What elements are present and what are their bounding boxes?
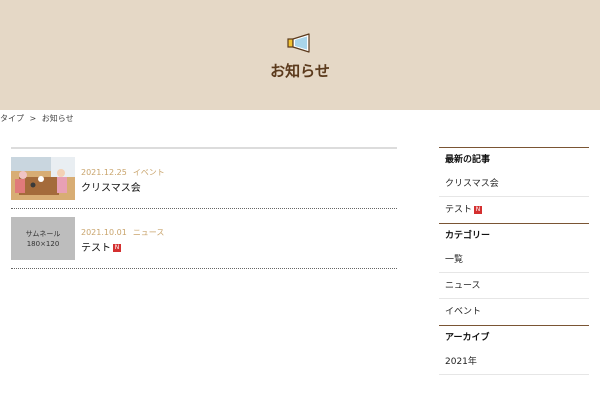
- new-badge-icon: N: [113, 244, 121, 252]
- page-hero: お知らせ: [0, 0, 600, 110]
- post-meta: 2021.12.25 イベント: [81, 167, 165, 178]
- post-title-link[interactable]: テスト N: [81, 239, 121, 254]
- sidebar-item-category[interactable]: 一覧: [439, 247, 589, 273]
- breadcrumb-item-type[interactable]: タイプ: [0, 114, 24, 123]
- sidebar-heading-latest: 最新の記事: [439, 147, 589, 171]
- post-date: 2021.12.25: [81, 168, 127, 177]
- sidebar-item-latest[interactable]: クリスマス会: [439, 171, 589, 197]
- breadcrumb: タイプ > お知らせ: [0, 113, 77, 124]
- post-category[interactable]: イベント: [133, 168, 165, 177]
- page-title: お知らせ: [270, 62, 330, 80]
- post-item[interactable]: 2021.12.25 イベント クリスマス会: [11, 149, 397, 209]
- post-item[interactable]: サムネール 180×120 2021.10.01 ニュース テスト N: [11, 209, 397, 269]
- sidebar-heading-archive: アーカイブ: [439, 325, 589, 349]
- megaphone-icon: [287, 33, 310, 53]
- post-thumbnail-placeholder[interactable]: サムネール 180×120: [11, 217, 75, 260]
- post-meta: 2021.10.01 ニュース: [81, 227, 164, 238]
- thumbnail-size: 180×120: [26, 239, 60, 248]
- sidebar-heading-categories: カテゴリー: [439, 223, 589, 247]
- post-category[interactable]: ニュース: [133, 228, 165, 237]
- post-date: 2021.10.01: [81, 228, 127, 237]
- sidebar-item-category[interactable]: ニュース: [439, 273, 589, 299]
- sidebar-item-latest[interactable]: テスト N: [439, 197, 589, 223]
- post-list: 2021.12.25 イベント クリスマス会 サムネール 180×120 2021…: [11, 147, 397, 269]
- photo-image: [11, 157, 75, 200]
- breadcrumb-separator: >: [29, 114, 37, 123]
- post-title-link[interactable]: クリスマス会: [81, 179, 141, 194]
- sidebar-item-category[interactable]: イベント: [439, 299, 589, 325]
- post-title-text: テスト: [81, 243, 111, 254]
- sidebar-item-label: テスト: [445, 205, 473, 215]
- breadcrumb-item-current: お知らせ: [41, 114, 74, 123]
- new-badge-icon: N: [474, 205, 483, 214]
- post-thumbnail-photo[interactable]: [11, 157, 75, 200]
- sidebar: 最新の記事 クリスマス会 テスト N カテゴリー 一覧 ニュース イベント アーカ…: [439, 147, 589, 375]
- sidebar-item-archive[interactable]: 2021年: [439, 349, 589, 375]
- thumbnail-label: サムネール: [25, 229, 61, 238]
